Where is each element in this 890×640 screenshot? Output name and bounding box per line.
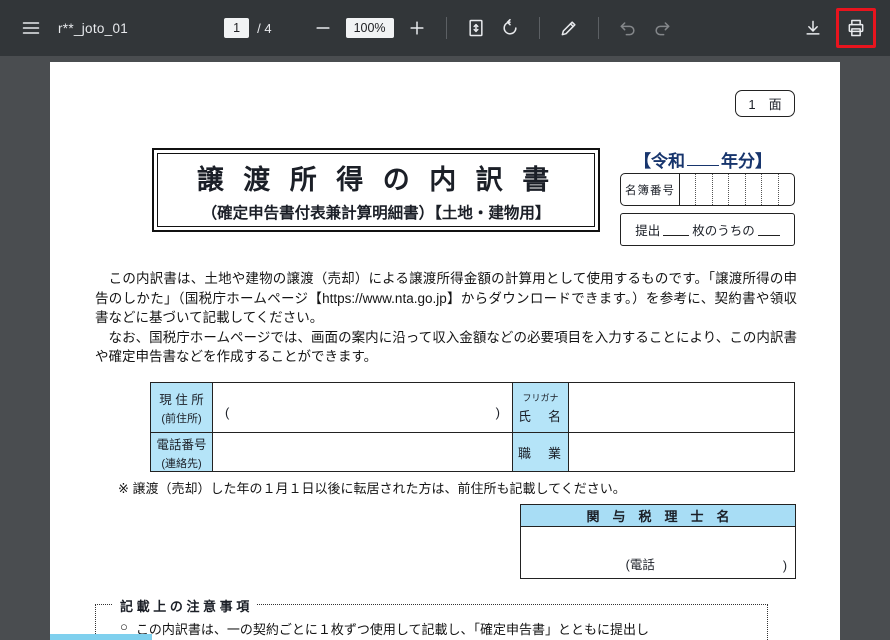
- toolbar-separator: [446, 17, 447, 39]
- register-number-label: 名簿番号: [621, 174, 679, 205]
- redo-button[interactable]: [645, 11, 679, 45]
- submission-count-box: 提出 枚のうちの: [620, 213, 795, 246]
- accountant-phone-close: ): [783, 559, 787, 573]
- document-title: r**_joto_01: [58, 21, 128, 36]
- download-button[interactable]: [796, 11, 830, 45]
- zoom-in-button[interactable]: [400, 11, 434, 45]
- address-label-cell: 現 住 所 (前住所): [151, 383, 213, 433]
- print-icon: [846, 18, 866, 38]
- register-number-cell: [695, 174, 711, 205]
- previous-address-label: (前住所): [161, 410, 201, 426]
- address-table: 現 住 所 (前住所) ( ) フリガナ 氏 名 電話番号 (連絡先): [150, 382, 795, 472]
- print-button[interactable]: [839, 11, 873, 45]
- next-section-header-sliver: [50, 634, 152, 640]
- page-count-label: / 4: [257, 21, 271, 36]
- tax-year-prefix: 【令和: [634, 147, 685, 172]
- occupation-label: 職 業: [518, 443, 563, 462]
- download-icon: [803, 18, 823, 38]
- register-number-cell: [761, 174, 777, 205]
- toolbar-separator: [539, 17, 540, 39]
- menu-button[interactable]: [14, 11, 48, 45]
- submission-mid: 枚のうちの: [692, 220, 755, 239]
- rotate-button[interactable]: [493, 11, 527, 45]
- register-number-cell: [728, 174, 744, 205]
- form-title: 譲 渡 所 得 の 内 訳 書: [197, 158, 556, 197]
- paren-open: (: [225, 405, 229, 420]
- notes-box: 記 載 上 の 注 意 事 項 ○ この内訳書は、一の契約ごとに１枚ずつ使用して…: [95, 604, 768, 640]
- register-number-box: 名簿番号: [620, 173, 795, 206]
- register-number-cell: [712, 174, 728, 205]
- register-number-cell: [778, 174, 794, 205]
- pen-icon: [559, 18, 579, 38]
- print-button-highlight: [836, 8, 876, 48]
- register-number-cell: [745, 174, 761, 205]
- phone-label: 電話番号: [156, 434, 206, 453]
- accountant-phone-open: (電話: [626, 554, 655, 573]
- hamburger-icon: [21, 18, 41, 38]
- name-value-cell: [569, 383, 794, 433]
- notes-item-text: この内訳書は、一の契約ごとに１枚ずつ使用して記載し、「確定申告書」とともに提出し: [136, 619, 649, 638]
- page-number-input[interactable]: [224, 18, 249, 38]
- register-number-cell: [680, 174, 695, 205]
- occupation-value-cell: [569, 433, 794, 471]
- zoom-out-button[interactable]: [306, 11, 340, 45]
- intro-text: この内訳書は、土地や建物の譲渡（売却）による譲渡所得金額の計算用として使用するも…: [95, 269, 797, 367]
- toolbar-right-group: [796, 8, 876, 48]
- pdf-viewer-app: r**_joto_01 / 4 100%: [0, 0, 890, 640]
- phone-label-cell: 電話番号 (連絡先): [151, 433, 213, 471]
- redo-icon: [652, 18, 672, 38]
- pdf-page: 1 面 譲 渡 所 得 の 内 訳 書 （確定申告書付表兼計算明細書）【土地・建…: [50, 62, 840, 640]
- fit-page-icon: [466, 18, 486, 38]
- page-controls: / 4: [224, 18, 271, 38]
- name-label-cell: フリガナ 氏 名: [513, 383, 569, 433]
- sheet-number-badge: 1 面: [735, 90, 795, 117]
- zoom-level[interactable]: 100%: [346, 18, 394, 38]
- contact-label: (連絡先): [161, 455, 201, 471]
- tax-accountant-header: 関 与 税 理 士 名: [521, 505, 795, 527]
- relocation-note: ※ 譲渡（売却）した年の１月１日以後に転居された方は、前住所も記載してください。: [118, 478, 626, 497]
- undo-icon: [618, 18, 638, 38]
- occupation-label-cell: 職 業: [513, 433, 569, 471]
- fit-to-page-button[interactable]: [459, 11, 493, 45]
- form-title-inner: 譲 渡 所 得 の 内 訳 書 （確定申告書付表兼計算明細書）【土地・建物用】: [157, 153, 595, 227]
- submission-blank: [663, 223, 689, 236]
- plus-icon: [407, 18, 427, 38]
- tax-accountant-body: (電話 ): [521, 527, 795, 577]
- intro-paragraph-2: なお、国税庁ホームページでは、画面の案内に沿って収入金額などの必要項目を入力する…: [95, 328, 797, 367]
- register-number-cells: [679, 174, 794, 205]
- phone-value-cell: [213, 433, 513, 471]
- rotate-icon: [500, 18, 520, 38]
- notes-title: 記 載 上 の 注 意 事 項: [112, 596, 257, 615]
- annotate-button[interactable]: [552, 11, 586, 45]
- tax-year-label: 【令和 年分】: [610, 148, 796, 170]
- minus-icon: [313, 18, 333, 38]
- submission-prefix: 提出: [635, 220, 660, 239]
- form-title-box: 譲 渡 所 得 の 内 訳 書 （確定申告書付表兼計算明細書）【土地・建物用】: [152, 148, 600, 232]
- toolbar: r**_joto_01 / 4 100%: [0, 0, 890, 56]
- paren-close: ): [496, 405, 500, 420]
- viewer-canvas[interactable]: 1 面 譲 渡 所 得 の 内 訳 書 （確定申告書付表兼計算明細書）【土地・建…: [0, 56, 890, 640]
- tax-accountant-box: 関 与 税 理 士 名 (電話 ): [520, 504, 796, 579]
- name-label: 氏 名: [518, 406, 563, 425]
- zoom-controls: 100%: [306, 11, 434, 45]
- form-subtitle: （確定申告書付表兼計算明細書）【土地・建物用】: [202, 201, 551, 223]
- tax-year-suffix: 年分】: [721, 147, 772, 172]
- intro-paragraph-1: この内訳書は、土地や建物の譲渡（売却）による譲渡所得金額の計算用として使用するも…: [95, 269, 797, 328]
- submission-blank: [758, 223, 780, 236]
- furigana-label: フリガナ: [522, 391, 558, 404]
- undo-button[interactable]: [611, 11, 645, 45]
- tax-year-blank: [687, 152, 719, 166]
- address-value-cell: ( ): [213, 383, 513, 433]
- toolbar-separator: [598, 17, 599, 39]
- address-label: 現 住 所: [159, 389, 203, 408]
